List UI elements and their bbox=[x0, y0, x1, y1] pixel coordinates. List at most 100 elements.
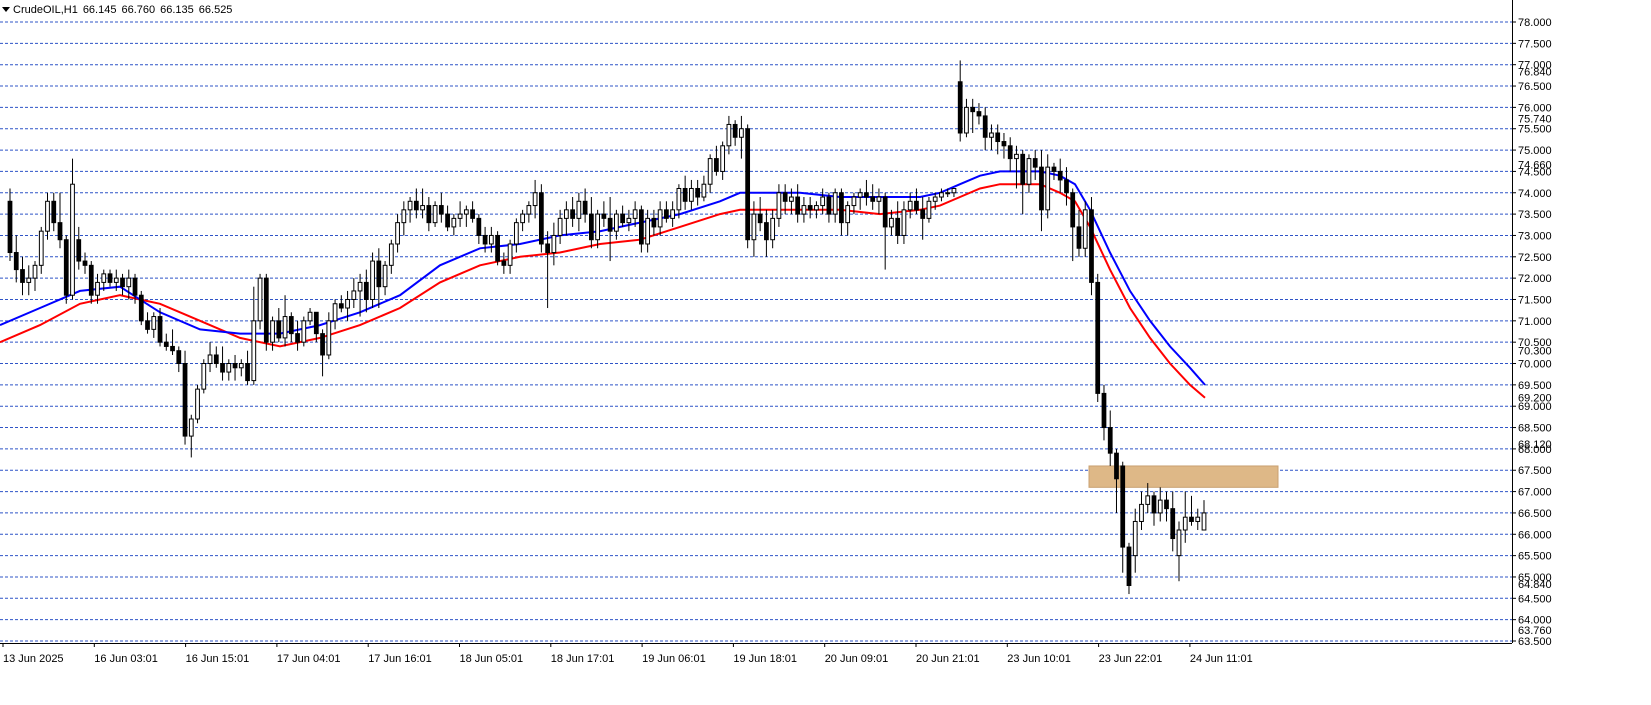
candle-bull bbox=[932, 196, 938, 202]
candle-bear bbox=[807, 205, 813, 211]
candle-bear bbox=[51, 200, 57, 224]
candle-bear bbox=[376, 260, 382, 288]
candle-bear bbox=[757, 213, 763, 224]
candle-bull bbox=[907, 200, 913, 211]
candle-bear bbox=[1032, 158, 1038, 168]
candle-bull bbox=[257, 277, 263, 322]
candle-bear bbox=[245, 363, 250, 382]
y-tick-label: 64.500 bbox=[1518, 593, 1552, 605]
candle-bear bbox=[570, 209, 575, 219]
candle-bear bbox=[1164, 499, 1169, 510]
candle-bull bbox=[1157, 499, 1163, 514]
candle-bear bbox=[288, 316, 294, 335]
candle-bull bbox=[357, 281, 363, 292]
candle-bear bbox=[1001, 141, 1007, 147]
candle-bear bbox=[976, 111, 982, 117]
candle-bear bbox=[782, 192, 788, 202]
candle-bull bbox=[26, 277, 32, 283]
y-tick-label: 77.500 bbox=[1518, 38, 1552, 50]
candle-bear bbox=[920, 209, 926, 219]
candle-bull bbox=[526, 205, 532, 215]
x-tick-label: 24 Jun 11:01 bbox=[1190, 653, 1253, 665]
candle-bear bbox=[1057, 170, 1063, 181]
candle-bull bbox=[370, 260, 375, 300]
candle-bull bbox=[720, 145, 726, 172]
candle-bull bbox=[301, 320, 307, 343]
x-tick-label: 20 Jun 09:01 bbox=[825, 653, 889, 665]
candle-bull bbox=[126, 277, 132, 288]
candle-bull bbox=[832, 192, 838, 215]
candle-bull bbox=[1145, 495, 1151, 505]
candle-bear bbox=[107, 273, 113, 283]
candle-bull bbox=[345, 298, 350, 309]
candle-bull bbox=[595, 213, 600, 241]
y-partial-label: 64.840 bbox=[1518, 579, 1552, 591]
x-tick-label: 18 Jun 17:01 bbox=[551, 653, 615, 665]
y-tick-label: 75.500 bbox=[1518, 124, 1552, 136]
y-tick-label: 67.500 bbox=[1518, 465, 1552, 477]
y-partial-label: 63.760 bbox=[1518, 625, 1552, 637]
y-tick-label: 68.500 bbox=[1518, 423, 1552, 435]
candle-bull bbox=[401, 209, 407, 224]
y-partial-label: 70.300 bbox=[1518, 346, 1552, 358]
y-tick-label: 74.000 bbox=[1518, 188, 1552, 200]
candle-bull bbox=[432, 205, 438, 224]
candle-bull bbox=[38, 230, 44, 266]
candle-bull bbox=[270, 320, 275, 343]
candle-bear bbox=[1007, 145, 1013, 160]
x-tick-label: 20 Jun 21:01 bbox=[916, 653, 980, 665]
candle-bull bbox=[388, 243, 394, 266]
y-tick-label: 66.000 bbox=[1518, 529, 1552, 541]
candle-bull bbox=[951, 187, 957, 194]
candle-bull bbox=[520, 213, 525, 224]
y-tick-label: 75.000 bbox=[1518, 145, 1552, 157]
candle-bull bbox=[632, 209, 638, 219]
candle-bear bbox=[1064, 179, 1069, 194]
price-chart[interactable]: 78.00077.50077.00076.50076.00075.50075.0… bbox=[0, 0, 1651, 705]
candle-bull bbox=[689, 187, 694, 202]
candle-bull bbox=[382, 264, 388, 288]
y-partial-label: 76.840 bbox=[1518, 67, 1552, 79]
x-tick-label: 23 Jun 22:01 bbox=[1099, 653, 1163, 665]
candle-bull bbox=[739, 128, 744, 138]
candle-bear bbox=[63, 239, 69, 296]
candle-bear bbox=[482, 234, 488, 245]
candle-bear bbox=[1120, 465, 1126, 548]
candle-bull bbox=[776, 192, 782, 219]
candle-bear bbox=[864, 192, 869, 198]
candle-bear bbox=[57, 222, 63, 241]
candles bbox=[7, 60, 1207, 595]
candle-bear bbox=[320, 333, 325, 356]
candle-bull bbox=[1026, 158, 1032, 185]
candle-bull bbox=[420, 205, 425, 211]
candle-bull bbox=[1014, 153, 1019, 160]
candle-bear bbox=[213, 354, 219, 365]
candle-bear bbox=[232, 363, 238, 369]
candle-bear bbox=[476, 217, 482, 236]
candle-bull bbox=[851, 196, 857, 207]
time-axis[interactable]: 13 Jun 2025 16 Jun 03:01 16 Jun 15:01 17 Ju… bbox=[2, 643, 1253, 665]
candle-bear bbox=[995, 132, 1001, 143]
price-axis[interactable]: 78.00077.50077.00076.50076.00075.50075.0… bbox=[1512, 17, 1552, 648]
candle-bear bbox=[470, 209, 475, 219]
candle-bull bbox=[226, 363, 232, 373]
candle-bear bbox=[13, 252, 19, 271]
x-tick-label: 17 Jun 16:01 bbox=[368, 653, 432, 665]
candle-bull bbox=[45, 200, 50, 232]
candle-bull bbox=[1182, 516, 1188, 531]
y-tick-label: 65.500 bbox=[1518, 551, 1552, 563]
candle-bull bbox=[857, 192, 863, 198]
candle-bear bbox=[145, 320, 150, 330]
candle-bear bbox=[1020, 153, 1026, 185]
candle-bull bbox=[332, 303, 338, 322]
candle-bear bbox=[538, 192, 544, 245]
candle-bear bbox=[20, 269, 25, 283]
candle-bear bbox=[426, 205, 432, 224]
candle-bear bbox=[163, 341, 169, 347]
candle-bull bbox=[70, 183, 75, 296]
candle-bull bbox=[557, 217, 563, 236]
candle-bull bbox=[645, 217, 651, 245]
candle-bear bbox=[982, 115, 988, 138]
candle-bull bbox=[351, 290, 357, 300]
candle-bull bbox=[1132, 520, 1138, 557]
